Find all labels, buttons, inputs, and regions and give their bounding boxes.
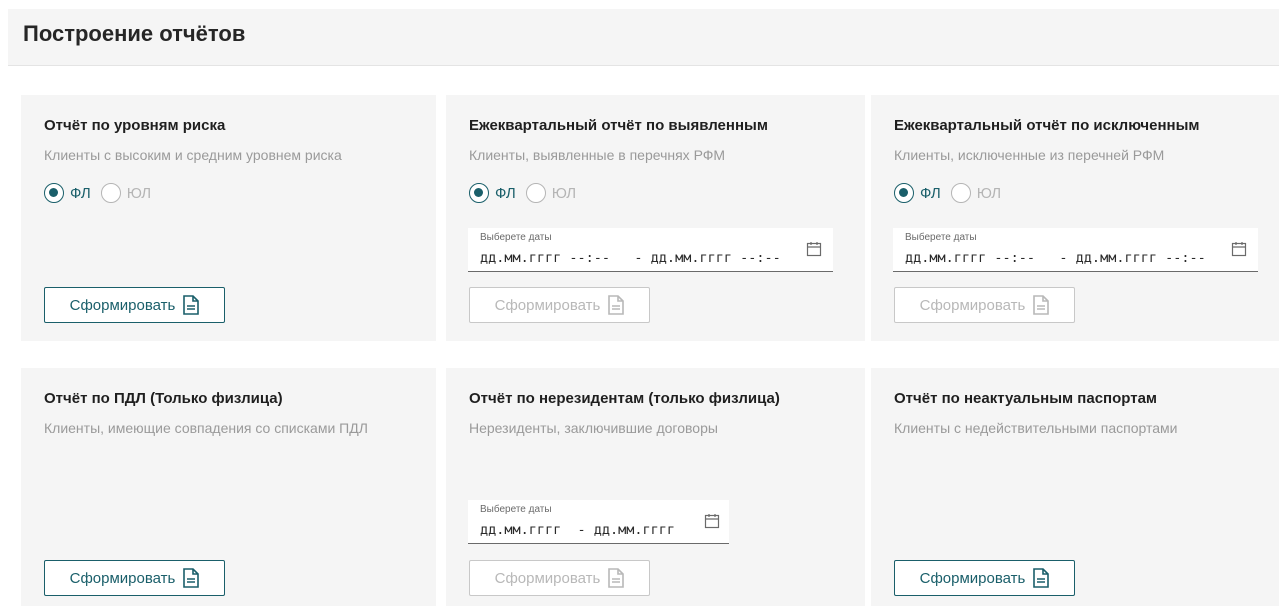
radio-label: ФЛ xyxy=(495,184,516,202)
calendar-icon[interactable] xyxy=(1231,241,1247,257)
radio-checked-icon[interactable] xyxy=(44,183,64,203)
button-label: Сформировать xyxy=(69,296,176,314)
report-card-invalid-passports: Отчёт по неактуальным паспортам Клиенты … xyxy=(871,368,1279,606)
calendar-icon[interactable] xyxy=(806,241,822,257)
document-icon xyxy=(183,295,200,315)
document-icon xyxy=(608,568,625,588)
radio-unchecked-icon[interactable] xyxy=(950,183,971,203)
card-title: Отчёт по ПДЛ (Только физлица) xyxy=(44,390,283,407)
radio-label: ЮЛ xyxy=(551,184,577,202)
radio-label: ФЛ xyxy=(70,184,91,202)
generate-report-button[interactable]: Сформировать xyxy=(894,287,1075,323)
card-title: Отчёт по уровням риска xyxy=(44,117,226,134)
card-description: Клиенты с недействительными паспортами xyxy=(894,420,1178,436)
report-card-risk-levels: Отчёт по уровням риска Клиенты с высоким… xyxy=(21,95,436,341)
date-range-input[interactable]: Выберете даты дд.мм.гггг --:-- - дд.мм.г… xyxy=(893,228,1258,272)
generate-report-button[interactable]: Сформировать xyxy=(469,560,650,596)
radio-label: ФЛ xyxy=(920,184,941,202)
date-range-input[interactable]: Выберете даты дд.мм.гггг - дд.мм.гггг xyxy=(468,500,729,544)
radio-label: ЮЛ xyxy=(976,184,1002,202)
card-description: Клиенты, имеющие совпадения со списками … xyxy=(44,420,368,436)
card-description: Нерезиденты, заключившие договоры xyxy=(469,420,718,436)
client-type-radio-group: ФЛ ЮЛ xyxy=(469,183,586,203)
radio-fl[interactable]: ФЛ xyxy=(44,183,91,203)
button-label: Сформировать xyxy=(494,569,601,587)
calendar-icon[interactable] xyxy=(704,513,720,529)
date-range-value[interactable]: дд.мм.гггг --:-- - дд.мм.гггг --:-- xyxy=(480,250,781,266)
generate-report-button[interactable]: Сформировать xyxy=(894,560,1075,596)
radio-unchecked-icon[interactable] xyxy=(525,183,546,203)
document-icon xyxy=(1033,568,1050,588)
card-description: Клиенты с высоким и средним уровнем риск… xyxy=(44,147,342,163)
card-title: Ежеквартальный отчёт по выявленным xyxy=(469,117,768,134)
client-type-radio-group: ФЛ ЮЛ xyxy=(44,183,161,203)
card-title: Отчёт по нерезидентам (только физлица) xyxy=(469,390,780,407)
button-label: Сформировать xyxy=(69,569,176,587)
radio-checked-icon[interactable] xyxy=(469,183,489,203)
radio-ul[interactable]: ЮЛ xyxy=(100,183,152,203)
document-icon xyxy=(608,295,625,315)
radio-checked-icon[interactable] xyxy=(894,183,914,203)
document-icon xyxy=(183,568,200,588)
radio-fl[interactable]: ФЛ xyxy=(469,183,516,203)
report-card-quarterly-identified: Ежеквартальный отчёт по выявленным Клиен… xyxy=(446,95,865,341)
button-label: Сформировать xyxy=(919,569,1026,587)
radio-ul[interactable]: ЮЛ xyxy=(525,183,577,203)
client-type-radio-group: ФЛ ЮЛ xyxy=(894,183,1011,203)
date-range-value[interactable]: дд.мм.гггг --:-- - дд.мм.гггг --:-- xyxy=(905,250,1206,266)
page-header: Построение отчётов xyxy=(8,9,1279,66)
radio-ul[interactable]: ЮЛ xyxy=(950,183,1002,203)
date-caption: Выберете даты xyxy=(480,232,552,243)
date-caption: Выберете даты xyxy=(905,232,977,243)
radio-unchecked-icon[interactable] xyxy=(100,183,121,203)
report-card-quarterly-excluded: Ежеквартальный отчёт по исключенным Клие… xyxy=(871,95,1279,341)
page-title: Построение отчётов xyxy=(23,21,246,46)
card-description: Клиенты, исключенные из перечней РФМ xyxy=(894,147,1165,163)
radio-label: ЮЛ xyxy=(126,184,152,202)
card-title: Отчёт по неактуальным паспортам xyxy=(894,390,1158,407)
date-range-input[interactable]: Выберете даты дд.мм.гггг --:-- - дд.мм.г… xyxy=(468,228,833,272)
report-card-pep: Отчёт по ПДЛ (Только физлица) Клиенты, и… xyxy=(21,368,436,606)
report-card-nonresidents: Отчёт по нерезидентам (только физлица) Н… xyxy=(446,368,865,606)
radio-fl[interactable]: ФЛ xyxy=(894,183,941,203)
date-range-value[interactable]: дд.мм.гггг - дд.мм.гггг xyxy=(480,522,675,538)
card-title: Ежеквартальный отчёт по исключенным xyxy=(894,117,1200,134)
date-caption: Выберете даты xyxy=(480,504,552,515)
document-icon xyxy=(1033,295,1050,315)
card-description: Клиенты, выявленные в перечнях РФМ xyxy=(469,147,726,163)
generate-report-button[interactable]: Сформировать xyxy=(44,560,225,596)
generate-report-button[interactable]: Сформировать xyxy=(469,287,650,323)
button-label: Сформировать xyxy=(919,296,1026,314)
button-label: Сформировать xyxy=(494,296,601,314)
generate-report-button[interactable]: Сформировать xyxy=(44,287,225,323)
